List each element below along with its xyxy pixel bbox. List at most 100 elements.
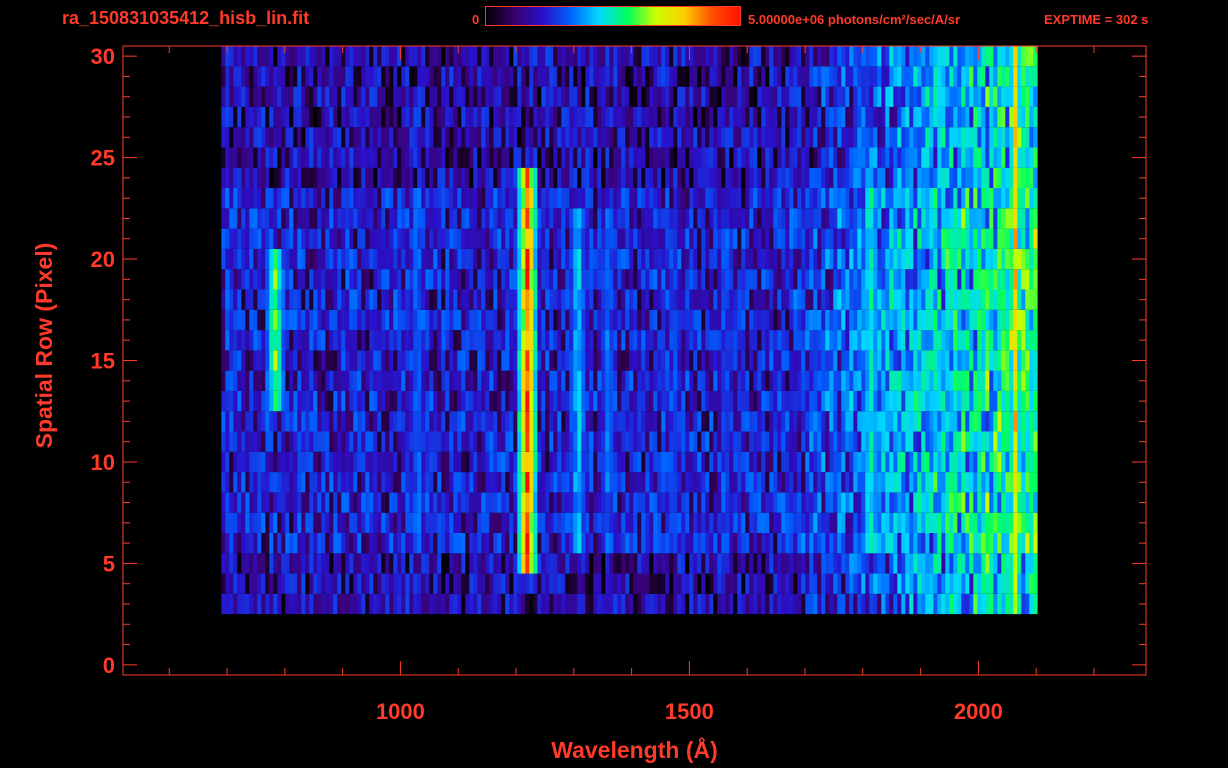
heatmap-cell: [365, 370, 370, 391]
heatmap-cell: [813, 228, 818, 249]
heatmap-cell: [269, 330, 274, 351]
heatmap-cell: [481, 167, 486, 188]
heatmap-cell: [229, 411, 234, 432]
heatmap-cell: [485, 553, 490, 574]
heatmap-cell: [365, 208, 370, 229]
heatmap-cell: [957, 167, 962, 188]
heatmap-cell: [469, 106, 474, 128]
heatmap-cell: [993, 289, 998, 310]
heatmap-cell: [713, 451, 718, 473]
heatmap-cell: [369, 350, 374, 371]
heatmap-cell: [617, 593, 622, 615]
heatmap-cell: [993, 269, 998, 290]
heatmap-cell: [365, 593, 370, 615]
heatmap-cell: [701, 573, 706, 594]
heatmap-cell: [517, 350, 522, 371]
heatmap-cell: [381, 269, 386, 290]
heatmap-cell: [961, 228, 966, 249]
heatmap-cell: [233, 370, 238, 391]
heatmap-cell: [617, 147, 622, 168]
heatmap-cell: [945, 553, 950, 574]
heatmap-cell: [221, 451, 226, 473]
heatmap-cell: [773, 370, 778, 391]
heatmap-cell: [865, 512, 870, 533]
heatmap-cell: [509, 106, 514, 128]
heatmap-cell: [821, 269, 826, 290]
heatmap-cell: [461, 106, 466, 128]
heatmap-cell: [777, 451, 782, 473]
heatmap-cell: [317, 533, 322, 554]
heatmap-cell: [861, 593, 866, 615]
heatmap-cell: [949, 451, 954, 473]
heatmap-cell: [265, 208, 270, 229]
heatmap-cell: [333, 350, 338, 371]
heatmap-cell: [257, 451, 262, 473]
heatmap-cell: [937, 593, 942, 615]
heatmap-cell: [457, 512, 462, 533]
heatmap-cell: [493, 188, 498, 209]
heatmap-cell: [781, 411, 786, 432]
heatmap-cell: [845, 533, 850, 554]
heatmap-cell: [1033, 451, 1038, 473]
heatmap-cell: [341, 167, 346, 188]
heatmap-cell: [757, 289, 762, 310]
heatmap-cell: [481, 289, 486, 310]
heatmap-cell: [589, 269, 594, 290]
heatmap-cell: [1021, 512, 1026, 533]
heatmap-cell: [737, 248, 742, 270]
heatmap-cell: [585, 512, 590, 533]
heatmap-cell: [397, 309, 402, 331]
heatmap-cell: [517, 309, 522, 331]
heatmap-cell: [609, 390, 614, 412]
heatmap-cell: [969, 573, 974, 594]
heatmap-cell: [865, 147, 870, 168]
heatmap-cell: [913, 512, 918, 533]
heatmap-cell: [393, 188, 398, 209]
heatmap-cell: [809, 512, 814, 533]
heatmap-cell: [313, 248, 318, 270]
heatmap-cell: [689, 492, 694, 513]
heatmap-cell: [533, 350, 538, 371]
heatmap-cell: [493, 350, 498, 371]
heatmap-cell: [301, 451, 306, 473]
heatmap-cell: [757, 309, 762, 331]
heatmap-cell: [877, 512, 882, 533]
heatmap-cell: [225, 431, 230, 452]
heatmap-cell: [993, 492, 998, 513]
heatmap-cell: [645, 127, 650, 148]
heatmap-cell: [693, 472, 698, 493]
heatmap-cell: [253, 411, 258, 432]
heatmap-cell: [269, 431, 274, 452]
heatmap-cell: [465, 411, 470, 432]
heatmap-cell: [389, 269, 394, 290]
heatmap-cell: [249, 451, 254, 473]
heatmap-cell: [921, 593, 926, 615]
heatmap-cell: [249, 370, 254, 391]
heatmap-cell: [929, 289, 934, 310]
heatmap-cell: [477, 147, 482, 168]
heatmap-cell: [277, 472, 282, 493]
heatmap-cell: [817, 330, 822, 351]
heatmap-cell: [681, 269, 686, 290]
heatmap-cell: [961, 492, 966, 513]
heatmap-cell: [721, 492, 726, 513]
heatmap-cell: [465, 188, 470, 209]
heatmap-cell: [581, 390, 586, 412]
heatmap-cell: [469, 533, 474, 554]
heatmap-cell: [613, 309, 618, 331]
heatmap-cell: [285, 188, 290, 209]
heatmap-cell: [321, 289, 326, 310]
heatmap-cell: [457, 573, 462, 594]
heatmap-cell: [725, 248, 730, 270]
heatmap-cell: [273, 431, 278, 452]
heatmap-cell: [373, 127, 378, 148]
heatmap-cell: [833, 512, 838, 533]
heatmap-cell: [509, 492, 514, 513]
heatmap-cell: [901, 269, 906, 290]
heatmap-cell: [249, 472, 254, 493]
heatmap-cell: [689, 269, 694, 290]
heatmap-cell: [401, 451, 406, 473]
heatmap-cell: [269, 472, 274, 493]
heatmap-cell: [625, 431, 630, 452]
heatmap-cell: [717, 269, 722, 290]
